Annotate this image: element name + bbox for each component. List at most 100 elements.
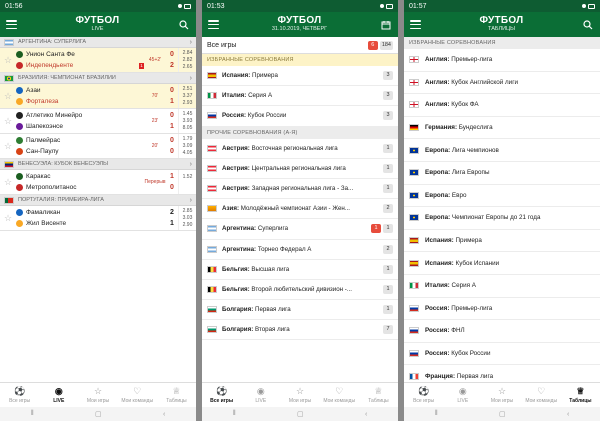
table-row[interactable]: Россия: Премьер-лига xyxy=(404,297,600,321)
competition-row[interactable]: Азия: Молодёжный чемпионат Азии - Жен...… xyxy=(202,199,398,220)
table-row[interactable]: Россия: Кубок России xyxy=(404,342,600,366)
competition-row[interactable]: Австрия: Центральная региональная лига 1 xyxy=(202,158,398,179)
tab-star[interactable]: ☆ Мои игры xyxy=(280,383,319,407)
match-row[interactable]: ☆ Каракас Метрополитанос Перерыв 1 0 1.52 xyxy=(0,170,196,195)
favourite-star-icon[interactable]: ☆ xyxy=(0,206,16,230)
calendar-icon[interactable] xyxy=(380,19,392,31)
odds-value[interactable]: 2.65 xyxy=(183,64,193,70)
odds-value[interactable]: 8.05 xyxy=(183,125,193,131)
table-row[interactable]: Европа: Лига чемпионов xyxy=(404,139,600,162)
tab-ball[interactable]: ⚽ Все игры xyxy=(0,383,39,407)
odds-value[interactable]: 3.93 xyxy=(183,118,193,124)
odds-value[interactable]: 1.52 xyxy=(183,174,193,180)
table-row[interactable]: Испания: Примера xyxy=(404,229,600,253)
competition-row[interactable]: Испания: Примера 3 xyxy=(202,66,398,87)
table-row[interactable]: Испания: Кубок Испании xyxy=(404,252,600,275)
table-row[interactable]: Россия: ФНЛ xyxy=(404,320,600,343)
odds-value[interactable]: 2.51 xyxy=(183,86,193,92)
chevron-right-icon[interactable]: › xyxy=(190,161,192,168)
competition-row[interactable]: Австрия: Восточная региональная лига 1 xyxy=(202,138,398,159)
tab-star[interactable]: ☆ Мои игры xyxy=(78,383,117,407)
menu-icon[interactable] xyxy=(208,20,219,29)
odds-value[interactable]: 2.93 xyxy=(183,100,193,106)
tab-live[interactable]: ◉ LIVE xyxy=(39,383,78,407)
match-odds[interactable]: 1.52 xyxy=(178,170,196,194)
tab-heart[interactable]: ♡ Мои команды xyxy=(118,383,157,407)
tab-trophy[interactable]: ♕ Таблицы xyxy=(561,383,600,407)
recent-apps-icon[interactable]: ⫴ xyxy=(435,410,438,418)
tab-star[interactable]: ☆ Мои игры xyxy=(482,383,521,407)
home-icon[interactable]: ▢ xyxy=(95,410,102,418)
favourite-star-icon[interactable]: ☆ xyxy=(0,48,16,72)
competition-row[interactable]: Австрия: Западная региональная лига - За… xyxy=(202,178,398,200)
favourite-star-icon[interactable]: ☆ xyxy=(0,84,16,108)
competition-row[interactable]: Болгария: Вторая лига 7 xyxy=(202,320,398,341)
competition-row[interactable]: Аргентина: Суперлига 1 1 xyxy=(202,219,398,240)
match-row[interactable]: ☆ Атлетико Минейро Шапекоэнсе 23' 0 1 1.45 3.93… xyxy=(0,109,196,134)
home-icon[interactable]: ▢ xyxy=(499,410,506,418)
match-row[interactable]: ☆ Азаи Форталеза 70' 0 1 2.51 3.37 2.93 xyxy=(0,84,196,109)
table-row[interactable]: Англия: Премьер-лига xyxy=(404,49,600,72)
chevron-right-icon[interactable]: › xyxy=(190,197,192,204)
table-row[interactable]: Германия: Бундеслига xyxy=(404,116,600,140)
league-header[interactable]: АРГЕНТИНА: СУПЕРЛИГА › xyxy=(0,37,196,48)
favourite-star-icon[interactable]: ☆ xyxy=(0,134,16,158)
table-row[interactable]: Англия: Кубок Английской лиги xyxy=(404,71,600,95)
odds-value[interactable]: 2.90 xyxy=(183,222,193,228)
all-games-row[interactable]: Все игры 6 184 xyxy=(202,37,398,54)
menu-icon[interactable] xyxy=(6,20,17,29)
table-row[interactable]: Европа: Лига Европы xyxy=(404,161,600,185)
match-odds[interactable]: 2.84 2.82 2.65 xyxy=(178,48,196,72)
odds-value[interactable]: 1.45 xyxy=(183,111,193,117)
odds-value[interactable]: 3.37 xyxy=(183,93,193,99)
match-row[interactable]: ☆ Унион Санта Фе Индепендьенте 1 45+2' 0 2 2.84… xyxy=(0,48,196,73)
tab-live[interactable]: ◉ LIVE xyxy=(241,383,280,407)
tab-heart[interactable]: ♡ Мои команды xyxy=(320,383,359,407)
back-icon[interactable]: ‹ xyxy=(163,411,165,418)
competition-row[interactable]: Болгария: Первая лига 1 xyxy=(202,300,398,321)
recent-apps-icon[interactable]: ⫴ xyxy=(31,410,34,418)
table-row[interactable]: Европа: Чемпионат Европы до 21 года xyxy=(404,207,600,230)
menu-icon[interactable] xyxy=(410,20,421,29)
table-row[interactable]: Англия: Кубок ФА xyxy=(404,94,600,117)
competition-row[interactable]: Аргентина: Торнео Федерал А2 xyxy=(202,239,398,260)
chevron-right-icon[interactable]: › xyxy=(190,39,192,46)
tab-heart[interactable]: ♡ Мои команды xyxy=(522,383,561,407)
odds-value[interactable]: 2.82 xyxy=(183,57,193,63)
odds-value[interactable]: 4.05 xyxy=(183,150,193,156)
league-header[interactable]: ПОРТУГАЛИЯ: ПРИМЕЙРА-ЛИГА › xyxy=(0,195,196,206)
match-odds[interactable]: 1.79 3.09 4.05 xyxy=(178,134,196,158)
search-icon[interactable] xyxy=(582,19,594,31)
match-odds[interactable]: 1.45 3.93 8.05 xyxy=(178,109,196,133)
odds-value[interactable]: 3.03 xyxy=(183,215,193,221)
match-row[interactable]: ☆ Палмейрас Сан-Паулу 20' 0 0 1.79 3.09 4.05 xyxy=(0,134,196,159)
league-header[interactable]: ВЕНЕСУЭЛА: КУБОК ВЕНЕСУЭЛЫ › xyxy=(0,159,196,170)
home-icon[interactable]: ▢ xyxy=(297,410,304,418)
table-row[interactable]: Европа: Евро xyxy=(404,184,600,208)
competition-row[interactable]: Бельгия: Второй любительский дивизион -.… xyxy=(202,279,398,301)
match-row[interactable]: ☆ Фамаликан Жил Висенте 2 1 2.85 3.03 2.90 xyxy=(0,206,196,231)
competition-row[interactable]: Италия: Серия А3 xyxy=(202,86,398,107)
tab-live[interactable]: ◉ LIVE xyxy=(443,383,482,407)
league-header[interactable]: БРАЗИЛИЯ: ЧЕМПИОНАТ БРАЗИЛИИ › xyxy=(0,73,196,84)
table-row[interactable]: Италия: Серия А xyxy=(404,274,600,298)
favourite-star-icon[interactable]: ☆ xyxy=(0,109,16,133)
back-icon[interactable]: ‹ xyxy=(365,411,367,418)
match-odds[interactable]: 2.51 3.37 2.93 xyxy=(178,84,196,108)
competition-row[interactable]: Бельгия: Высшая лига 1 xyxy=(202,259,398,280)
recent-apps-icon[interactable]: ⫴ xyxy=(233,410,236,418)
match-odds[interactable]: 2.85 3.03 2.90 xyxy=(178,206,196,230)
odds-value[interactable]: 2.85 xyxy=(183,208,193,214)
competition-row[interactable]: Россия: Кубок России 3 xyxy=(202,106,398,127)
favourite-star-icon[interactable]: ☆ xyxy=(0,170,16,194)
table-row[interactable]: Франция: Первая лига xyxy=(404,365,600,382)
chevron-right-icon[interactable]: › xyxy=(190,75,192,82)
back-icon[interactable]: ‹ xyxy=(567,411,569,418)
tab-ball[interactable]: ⚽ Все игры xyxy=(404,383,443,407)
tab-trophy[interactable]: ♕ Таблицы xyxy=(157,383,196,407)
tab-trophy[interactable]: ♕ Таблицы xyxy=(359,383,398,407)
search-icon[interactable] xyxy=(178,19,190,31)
tab-ball[interactable]: ⚽ Все игры xyxy=(202,383,241,407)
odds-value[interactable]: 2.84 xyxy=(183,50,193,56)
odds-value[interactable]: 1.79 xyxy=(183,136,193,142)
